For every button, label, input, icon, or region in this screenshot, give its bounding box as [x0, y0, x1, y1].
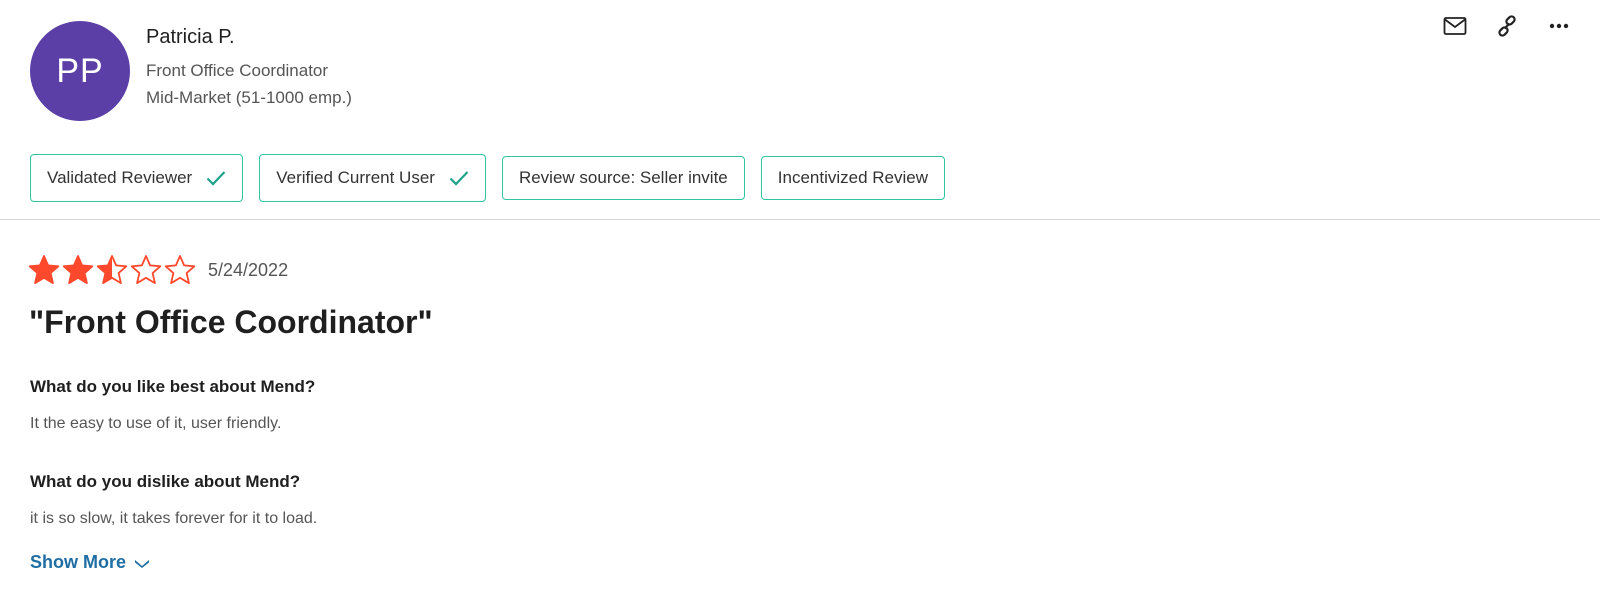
- mail-icon: [1443, 17, 1467, 35]
- star-half-icon: [96, 255, 128, 285]
- badge-label: Incentivized Review: [777, 168, 929, 187]
- copy-link-button[interactable]: [1492, 14, 1522, 38]
- reviewer-name: Patricia P.: [146, 26, 235, 48]
- mail-button[interactable]: [1440, 14, 1470, 38]
- question-dislike: What do you dislike about Mend?: [30, 472, 301, 491]
- reviewer-badges: Validated Reviewer Verified Current User…: [30, 154, 946, 202]
- answer-dislike: it is so slow, it takes forever for it t…: [30, 510, 318, 527]
- avatar: PP: [30, 21, 130, 121]
- badge-validated-reviewer: Validated Reviewer: [30, 154, 244, 202]
- show-more-link[interactable]: Show More: [30, 552, 150, 573]
- badge-review-source: Review source: Seller invite: [501, 156, 745, 200]
- reviewer-company-segment: Mid-Market (51-1000 emp.): [146, 88, 352, 107]
- review-title: "Front Office Coordinator": [29, 304, 433, 340]
- question-like-best: What do you like best about Mend?: [30, 377, 316, 396]
- section-divider: [0, 219, 1600, 220]
- star-rating: 5/24/2022: [28, 254, 288, 286]
- star-empty-icon: [130, 255, 162, 285]
- review-date: 5/24/2022: [208, 259, 289, 280]
- badge-verified-current-user: Verified Current User: [259, 154, 486, 202]
- link-icon: [1498, 15, 1516, 37]
- star-full-icon: [62, 255, 94, 285]
- badge-label: Review source: Seller invite: [518, 168, 728, 187]
- stars-container: [28, 254, 196, 286]
- show-more-label: Show More: [30, 552, 127, 572]
- check-icon: [206, 171, 226, 186]
- star-full-icon: [28, 255, 60, 285]
- star-empty-icon: [164, 255, 196, 285]
- check-icon: [449, 171, 469, 186]
- review-actions: [1440, 14, 1574, 38]
- badge-incentivized-review: Incentivized Review: [760, 156, 946, 200]
- more-icon: [1549, 23, 1569, 29]
- more-options-button[interactable]: [1544, 14, 1574, 38]
- badge-label: Verified Current User: [276, 168, 435, 187]
- chevron-down-icon: [135, 559, 150, 568]
- reviewer-job-title: Front Office Coordinator: [146, 61, 329, 80]
- answer-like-best: It the easy to use of it, user friendly.: [30, 415, 282, 432]
- badge-label: Validated Reviewer: [47, 168, 193, 187]
